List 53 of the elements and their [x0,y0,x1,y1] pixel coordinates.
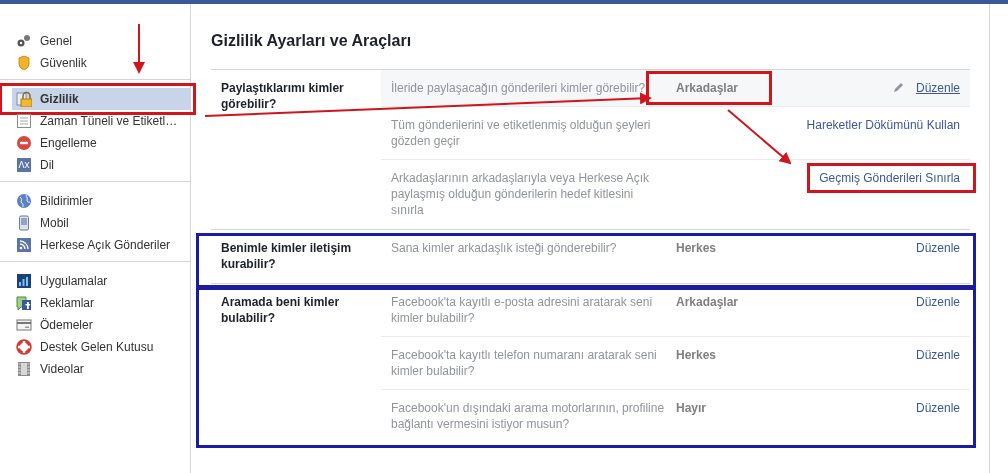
section-label: Benimle kimler iletişim kurabilir? [220,240,353,273]
sidebar-item[interactable]: Bildirimler [12,190,190,212]
chart-icon [16,273,32,289]
section-label: Aramada beni kimler bulabilir? [220,294,341,327]
section-label: Paylaştıklarımı kimler görebilir? [220,80,345,113]
sidebar-item[interactable]: Engelleme [12,132,190,154]
pencil-icon [892,82,904,93]
edit-link[interactable]: Düzenle [909,240,966,256]
sidebar-item[interactable]: Herkese Açık Gönderiler [12,234,190,256]
translate-icon [16,157,32,173]
sidebar-item[interactable]: Gizlilik [12,88,190,110]
film-icon [16,361,32,377]
lock-icon [16,91,32,107]
setting-description: Facebook'ta kayıtlı telefon numaranı aratarak seni kimler bulabilir? [390,347,658,380]
setting-description: Facebook'ta kayıtlı e-posta adresini aratarak seni kimler bulabilir? [390,294,654,327]
list-icon [16,113,32,129]
setting-description: İleride paylaşacağın gönderileri kimler görebilir? [390,80,647,97]
setting-description: Sana kimler arkadaşlık isteği gönderebilir? [390,240,618,257]
edit-link[interactable]: Düzenle [909,80,966,96]
flag-icon [16,295,32,311]
shield-icon [16,55,32,71]
sidebar-item[interactable]: Zaman Tüneli ve Etiketl… [12,110,190,132]
setting-value: Herkes [675,240,718,256]
setting-value: Herkes [675,347,718,363]
page-title: Gizlilik Ayarları ve Araçları [211,32,413,50]
edit-link[interactable]: Düzenle [909,400,966,416]
sidebar-item[interactable]: Mobil [12,212,190,234]
lifebuoy-icon [16,339,32,355]
sidebar-item[interactable]: Güvenlik [12,52,190,74]
setting-value: Arkadaşlar [675,294,740,310]
edit-link[interactable]: Düzenle [909,294,966,310]
rss-icon [16,237,32,253]
arrow [727,109,792,165]
sidebar-item[interactable]: Uygulamalar [12,270,190,292]
edit-link[interactable]: Geçmiş Gönderileri Sınırla [813,170,966,186]
phone-icon [16,215,32,231]
stop-icon [16,135,32,151]
sidebar-item[interactable]: Videolar [12,358,190,380]
sidebar-item[interactable]: Reklamlar [12,292,190,314]
gears-icon [16,33,32,49]
sidebar-item[interactable]: Dil [12,154,190,176]
card-icon [16,317,32,333]
sidebar-item[interactable]: Genel [12,30,190,52]
edit-link[interactable]: Düzenle [909,347,966,363]
globe-icon [16,193,32,209]
setting-description: Facebook'un dışındaki arama motorlarının, profiline bağlantı vermesini istiyor musun? [390,400,666,433]
setting-description: Arkadaşlarının arkadaşlarıyla veya Herkese Açık paylaşmış olduğun gönderilerin hedef kitlesini sınırla [390,170,651,219]
sidebar-item[interactable]: Ödemeler [12,314,190,336]
sidebar-item[interactable]: Destek Gelen Kutusu [12,336,190,358]
setting-description: Tüm gönderilerini ve etiketlenmiş olduğun şeyleri gözden geçir [390,117,652,150]
edit-link[interactable]: Hareketler Dökümünü Kullan [800,117,966,133]
setting-value: Arkadaşlar [675,80,740,96]
arrow [133,23,145,74]
